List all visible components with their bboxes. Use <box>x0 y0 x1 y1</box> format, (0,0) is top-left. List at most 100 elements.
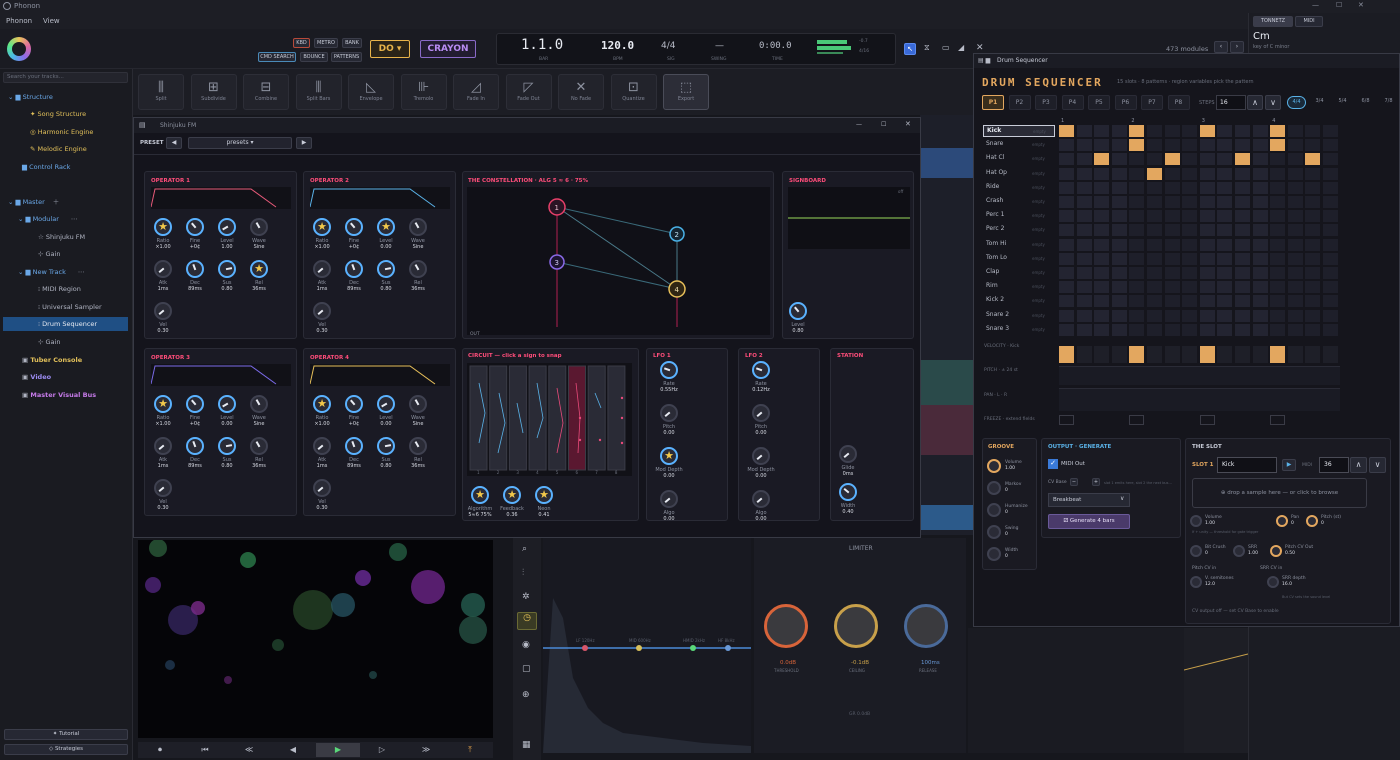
step-cell[interactable] <box>1129 125 1145 137</box>
step-cell[interactable] <box>1252 167 1268 180</box>
width-knob[interactable] <box>839 483 857 501</box>
circuit-grid[interactable] <box>467 363 632 476</box>
step-cell[interactable] <box>1305 167 1321 180</box>
step-cell[interactable] <box>1147 323 1162 336</box>
step-cell[interactable] <box>1305 281 1321 294</box>
step-cell[interactable] <box>1252 196 1268 208</box>
step-cell[interactable] <box>1076 167 1092 180</box>
step-cell[interactable] <box>1235 153 1250 166</box>
step-cell[interactable] <box>1147 252 1162 265</box>
tree-new-track[interactable]: ⌄ ▆ New Track ⋯ <box>18 265 84 279</box>
zoom-icon[interactable]: ⌕ <box>522 544 527 554</box>
step-cell[interactable] <box>1305 181 1321 194</box>
sample-drop-zone[interactable]: ⊕ drop a sample here — or click to brows… <box>1192 478 1367 508</box>
pan-lane[interactable] <box>1059 388 1340 411</box>
lfo1-knob-1[interactable] <box>660 404 678 422</box>
step-cell[interactable] <box>1235 323 1250 336</box>
step-cell[interactable] <box>1199 267 1215 279</box>
step-cell[interactable] <box>1217 139 1233 152</box>
tab-midi[interactable]: MIDI <box>1295 16 1323 27</box>
step-cell[interactable] <box>1076 267 1092 279</box>
step-cell[interactable] <box>1059 139 1074 152</box>
tree-melodic-engine[interactable]: ✎ Melodic Engine <box>30 142 87 156</box>
maximize-button[interactable]: ☐ <box>1336 1 1342 9</box>
step-cell[interactable] <box>1059 238 1074 251</box>
step-cell[interactable] <box>1094 167 1110 180</box>
bank-button[interactable]: BANK <box>342 38 362 48</box>
step-cell[interactable] <box>1059 224 1074 237</box>
cross-tool-icon[interactable]: ✕ <box>976 43 984 53</box>
step-cell[interactable] <box>1252 295 1268 308</box>
step-cell[interactable] <box>1287 139 1303 152</box>
op2-env-knob-3[interactable] <box>409 260 427 278</box>
step-cell[interactable] <box>1094 125 1110 137</box>
step-cell[interactable] <box>1323 196 1338 208</box>
step-cell[interactable] <box>1129 167 1145 180</box>
velocity-bar[interactable] <box>1129 346 1145 363</box>
step-cell[interactable] <box>1287 224 1303 237</box>
step-cell[interactable] <box>1287 295 1303 308</box>
step-cell[interactable] <box>1094 309 1110 322</box>
op1-env-knob-2[interactable] <box>218 260 236 278</box>
step-cell[interactable] <box>1129 323 1145 336</box>
op1-knob-1[interactable] <box>186 218 204 236</box>
pattern-button-p6[interactable]: P6 <box>1114 95 1137 110</box>
step-cell[interactable] <box>1217 281 1233 294</box>
op3-knob-3[interactable] <box>250 395 268 413</box>
freeze-toggle[interactable] <box>1270 415 1286 425</box>
transport-button-2[interactable]: ≪ <box>241 743 257 757</box>
midi-note-up-button[interactable]: ∧ <box>1350 457 1367 473</box>
step-cell[interactable] <box>1111 267 1127 279</box>
steps-down-button[interactable]: ∨ <box>1265 95 1281 110</box>
step-cell[interactable] <box>1059 125 1074 137</box>
step-cell[interactable] <box>1059 210 1074 223</box>
slot-knob-7[interactable] <box>1267 576 1279 588</box>
freeze-toggle[interactable] <box>1199 415 1215 425</box>
step-cell[interactable] <box>1164 167 1180 180</box>
midi-out-checkbox[interactable]: ✓ <box>1048 459 1058 469</box>
pattern-button-p7[interactable]: P7 <box>1141 95 1163 110</box>
op4-knob-1[interactable] <box>345 395 363 413</box>
operator-1-envelope[interactable] <box>150 187 291 209</box>
time-sig-option-3[interactable]: 6/8 <box>1356 96 1375 109</box>
step-cell[interactable] <box>1129 281 1145 294</box>
transport-button-0[interactable]: ⏺ <box>152 743 168 757</box>
op3-knob-2[interactable] <box>218 395 236 413</box>
pencil-tool-icon[interactable]: ◢ <box>958 43 964 52</box>
step-cell[interactable] <box>1199 252 1215 265</box>
step-cell[interactable] <box>1147 224 1162 237</box>
step-cell[interactable] <box>1252 224 1268 237</box>
step-cell[interactable] <box>1111 196 1127 208</box>
step-cell[interactable] <box>1270 139 1286 152</box>
lfo1-knob-2[interactable]: ★ <box>660 447 678 465</box>
midi-note-down-button[interactable]: ∨ <box>1369 457 1386 473</box>
step-cell[interactable] <box>1147 210 1162 223</box>
transport-button-5[interactable]: ▷ <box>374 743 390 757</box>
step-cell[interactable] <box>1182 224 1198 237</box>
step-cell[interactable] <box>1287 167 1303 180</box>
step-cell[interactable] <box>1199 281 1215 294</box>
preset-prev-button[interactable]: ◀ <box>166 137 182 149</box>
step-cell[interactable] <box>1252 323 1268 336</box>
step-cell[interactable] <box>1199 139 1215 152</box>
pattern-button-p3[interactable]: P3 <box>1035 95 1057 110</box>
step-cell[interactable] <box>1199 238 1215 251</box>
step-cell[interactable] <box>1217 323 1233 336</box>
step-cell[interactable] <box>1235 281 1250 294</box>
step-cell[interactable] <box>1182 309 1198 322</box>
pattern-style-select[interactable]: Breakbeat <box>1048 493 1130 507</box>
step-cell[interactable] <box>1094 295 1110 308</box>
velocity-bar[interactable] <box>1270 346 1286 363</box>
step-cell[interactable] <box>1076 153 1092 166</box>
step-cell[interactable] <box>1059 196 1074 208</box>
step-cell[interactable] <box>1305 153 1321 166</box>
drum-row-snare-3[interactable]: Snare 3 empty <box>983 324 1055 336</box>
step-cell[interactable] <box>1182 125 1198 137</box>
drum-row-hat-op[interactable]: Hat Op empty <box>983 168 1055 180</box>
cmd-search-button[interactable]: CMD SEARCH <box>258 52 296 62</box>
step-cell[interactable] <box>1164 323 1180 336</box>
pitch-lane[interactable] <box>1059 366 1340 385</box>
step-cell[interactable] <box>1217 295 1233 308</box>
transport-button-1[interactable]: ⏮ <box>197 743 213 757</box>
pattern-button-p2[interactable]: P2 <box>1008 95 1031 110</box>
